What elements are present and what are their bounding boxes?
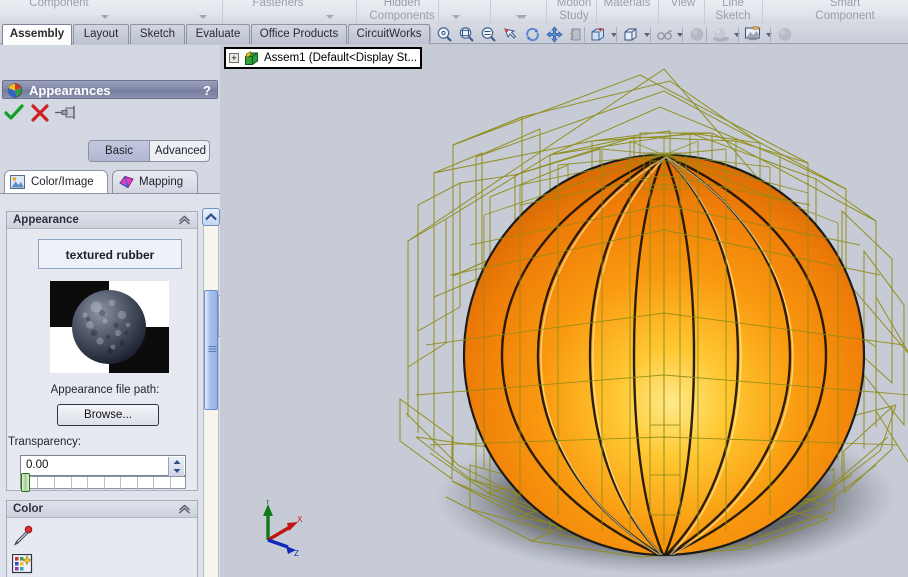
- transparency-input[interactable]: 0.00: [20, 455, 186, 476]
- expand-node-button[interactable]: +: [229, 53, 239, 63]
- graphics-viewport[interactable]: + Assem1 (Default<Display St... Y X Z: [220, 45, 908, 577]
- advanced-mode-button[interactable]: Advanced: [150, 141, 209, 161]
- chevron-down-icon[interactable]: [326, 15, 334, 19]
- solidworks-window: Component Fasteners Hidden Components Mo…: [0, 0, 908, 577]
- transparency-slider-thumb[interactable]: [21, 473, 30, 492]
- collapse-panel-button[interactable]: [202, 208, 220, 226]
- ribbon-command-line-sketch[interactable]: Line Sketch: [706, 0, 760, 23]
- zoom-to-fit-icon[interactable]: [436, 26, 454, 43]
- ribbon-command-materials[interactable]: Materials: [598, 0, 656, 9]
- ribbon-divider: [356, 0, 357, 24]
- transparency-value: 0.00: [26, 459, 49, 471]
- realview-graphics-icon[interactable]: [776, 26, 794, 43]
- zoom-to-area-icon[interactable]: [458, 26, 476, 43]
- zoom-to-selection-icon[interactable]: [502, 26, 520, 43]
- view-orientation-icon[interactable]: [590, 26, 608, 43]
- ribbon-divider: [222, 0, 223, 24]
- view-toolbar: [430, 25, 908, 44]
- transparency-label: Transparency:: [8, 436, 82, 448]
- tab-color-image[interactable]: Color/Image: [4, 170, 108, 193]
- cancel-button[interactable]: [30, 104, 52, 124]
- chevron-down-icon[interactable]: [519, 15, 527, 19]
- chevron-up-icon: [205, 212, 217, 221]
- property-manager-actions: [0, 104, 220, 128]
- appearance-group-title: Appearance: [7, 212, 197, 229]
- model-render: [399, 68, 908, 575]
- mode-toggle-group: Basic Advanced: [88, 140, 210, 162]
- sub-tab-bar: Color/Image Mapping: [0, 170, 220, 194]
- tab-circuitworks[interactable]: CircuitWorks: [348, 24, 430, 44]
- view-settings-icon[interactable]: [744, 26, 762, 43]
- chevron-down-icon[interactable]: [199, 15, 207, 19]
- edit-appearance-icon[interactable]: [688, 26, 706, 43]
- ok-button[interactable]: [4, 104, 26, 124]
- grip-lines-icon: [208, 346, 217, 352]
- display-style-icon[interactable]: [622, 26, 640, 43]
- pan-icon[interactable]: [546, 26, 564, 43]
- chevron-down-icon[interactable]: [101, 15, 109, 19]
- ribbon-divider: [658, 0, 659, 24]
- ribbon-divider: [546, 0, 547, 24]
- ribbon-command-fasteners[interactable]: Fasteners: [228, 0, 328, 9]
- ribbon-command-smart-component[interactable]: Smart Component: [790, 0, 900, 23]
- ribbon-divider: [762, 0, 763, 24]
- color-palette-icon[interactable]: [11, 553, 34, 577]
- tab-mapping[interactable]: Mapping: [112, 170, 198, 193]
- ribbon-divider: [438, 0, 439, 24]
- assembly-icon: [244, 51, 261, 69]
- appearances-icon: [7, 83, 23, 103]
- assembly-node-label: Assem1 (Default<Display St...: [264, 52, 418, 64]
- appearance-name-field[interactable]: textured rubber: [38, 239, 182, 269]
- tab-office-products[interactable]: Office Products: [251, 24, 347, 44]
- coordinate-triad: Y X Z: [252, 497, 312, 563]
- chevron-up-icon[interactable]: [178, 503, 191, 518]
- appearance-file-path-label: Appearance file path:: [50, 384, 160, 396]
- triad-y-label: Y: [265, 500, 271, 506]
- ribbon-command-hidden-components[interactable]: Hidden Components: [362, 0, 442, 23]
- basic-mode-button[interactable]: Basic: [89, 141, 150, 161]
- tree-row[interactable]: + Assem1 (Default<Display St...: [226, 49, 420, 67]
- chevron-down-icon[interactable]: [452, 15, 460, 19]
- ribbon-divider: [596, 0, 597, 24]
- tab-layout[interactable]: Layout: [73, 24, 129, 44]
- chevron-down-icon[interactable]: [734, 33, 740, 37]
- flyout-feature-tree[interactable]: + Assem1 (Default<Display St...: [224, 47, 422, 69]
- transparency-stepper[interactable]: [168, 457, 184, 476]
- ribbon-command-component[interactable]: Component: [4, 0, 114, 9]
- flyout-tree-body: [224, 69, 422, 77]
- property-manager-body: Appearance textured rubber Appearance fi…: [0, 194, 220, 577]
- chevron-up-icon[interactable]: [178, 214, 191, 229]
- browse-button[interactable]: Browse...: [57, 404, 159, 426]
- scrollbar-thumb[interactable]: [204, 290, 218, 410]
- tab-label: Color/Image: [31, 176, 94, 188]
- appearance-preview-thumbnail[interactable]: [50, 281, 169, 373]
- color-group: Color: [6, 500, 198, 577]
- tab-sketch[interactable]: Sketch: [130, 24, 185, 44]
- color-picker-icon[interactable]: [12, 525, 34, 550]
- hide-show-items-icon[interactable]: [656, 26, 674, 43]
- chevron-down-icon[interactable]: [766, 33, 772, 37]
- ribbon-command-motion-study[interactable]: Motion Study: [550, 0, 598, 23]
- ribbon-divider: [704, 0, 705, 24]
- zoom-in-out-icon[interactable]: [480, 26, 498, 43]
- help-button[interactable]: ?: [203, 81, 211, 100]
- tab-label: Mapping: [139, 176, 184, 188]
- triad-z-label: Z: [294, 549, 299, 558]
- tab-assembly[interactable]: Assembly: [2, 24, 72, 45]
- rotate-view-icon[interactable]: [524, 26, 542, 43]
- property-manager-header: Appearances ?: [2, 80, 218, 99]
- page-title: Appearances: [29, 83, 111, 98]
- tab-evaluate[interactable]: Evaluate: [186, 24, 250, 44]
- ribbon-command-row: Component Fasteners Hidden Components Mo…: [0, 0, 908, 24]
- transparency-slider-track[interactable]: [20, 476, 186, 490]
- image-icon: [10, 175, 25, 189]
- keep-visible-button[interactable]: [54, 104, 76, 124]
- mapping-icon: [119, 175, 134, 189]
- triad-x-label: X: [297, 515, 303, 524]
- color-group-title: Color: [7, 501, 197, 518]
- ribbon-command-view[interactable]: View: [660, 0, 706, 9]
- ribbon-divider: [490, 0, 491, 24]
- apply-scene-icon[interactable]: [712, 26, 730, 43]
